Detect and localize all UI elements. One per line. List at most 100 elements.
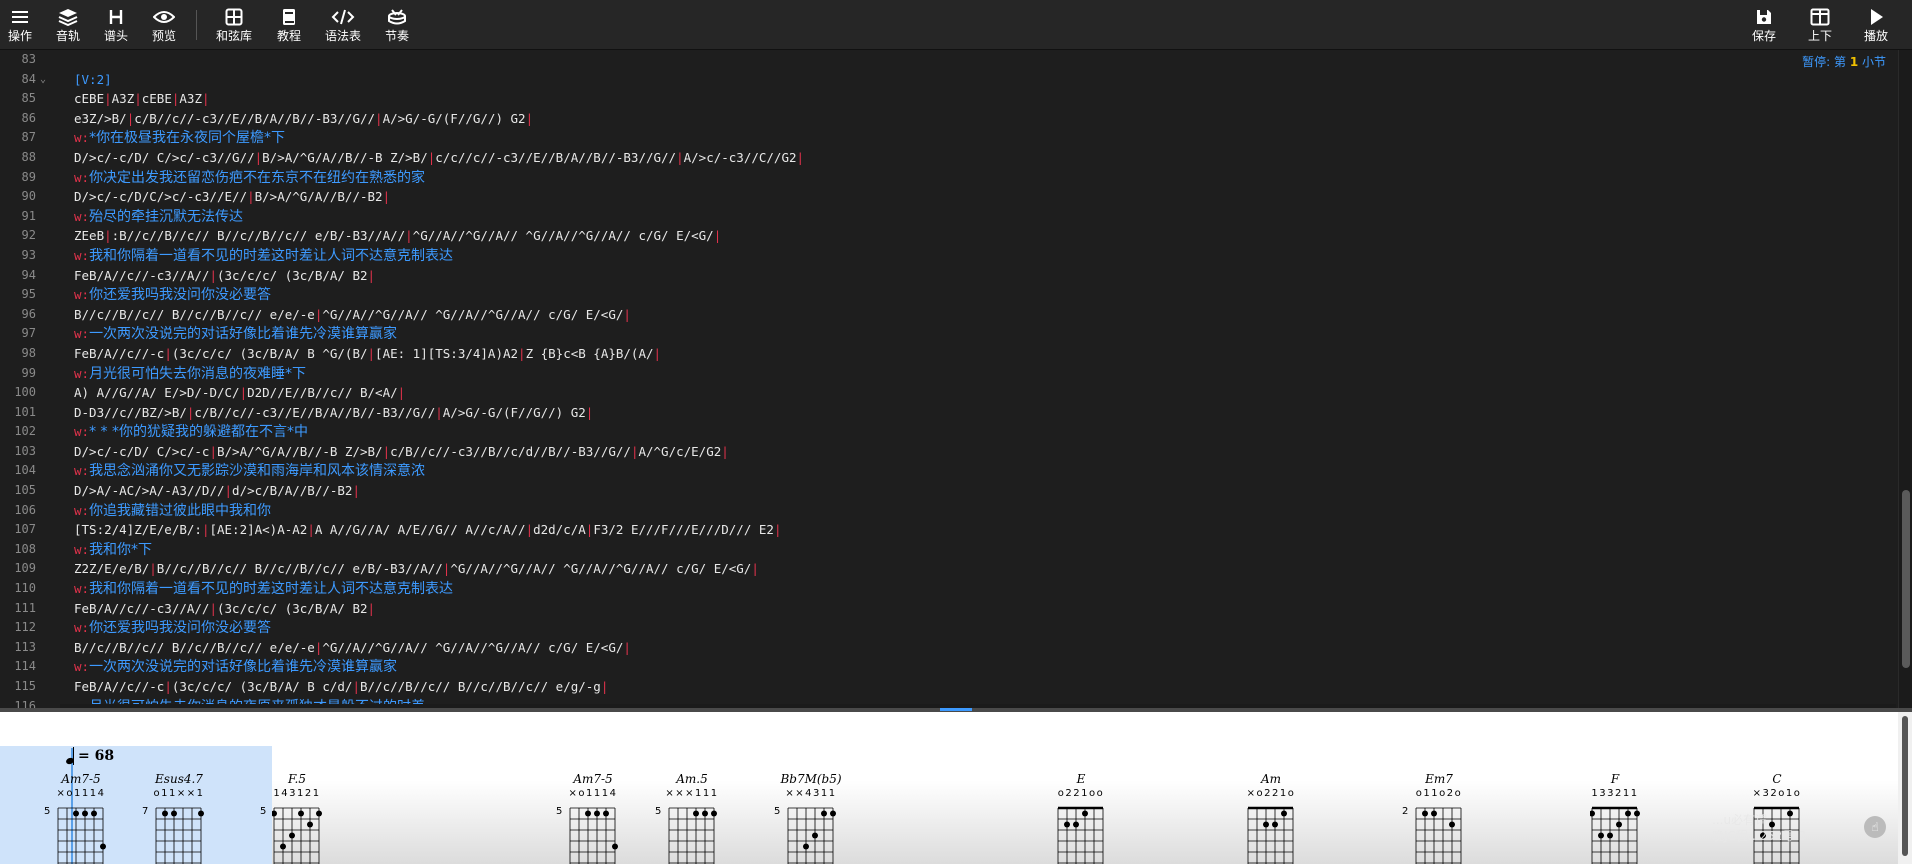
editor-line[interactable]: 85 cEBE|A3Z|cEBE|A3Z| [0,89,1895,109]
line-number: 104 [14,463,36,478]
fretboard-grid [1247,806,1294,864]
line-number: 108 [14,541,36,556]
lyric-text: *你在极昼我在永夜同个屋檐*下 [89,130,286,147]
editor-line[interactable]: 91 w:殆尽的牵挂沉默无法传达 [0,207,1895,227]
line-number: 109 [14,561,36,576]
line-number: 84 [21,71,36,86]
editor-line[interactable]: 96 B//c//B//c// B//c//B//c// e/e/-e|^G//A… [0,305,1895,325]
code-line-text: B//c//B//c// B//c//B//c// e/e/-e|^G//A//… [74,306,631,322]
line-number: 99 [21,365,36,380]
lyric-line-text: w:*你在极昼我在永夜同个屋檐*下 [74,128,285,149]
editor-line[interactable]: 111 FeB/A//c//-c3//A//|(3c/c/c/ (3c/B/A/ … [0,599,1895,619]
chord-name: F [1610,772,1620,786]
chord-fret-number: 5 [556,806,563,817]
editor-line[interactable]: 99 w:月光很可怕失去你消息的夜难睡*下 [0,364,1895,384]
line-number: 111 [14,600,36,615]
editor-line[interactable]: 97 w:一次两次没说完的对话好像比着谁先冷漠谁算赢家 [0,324,1895,344]
editor-vertical-scrollbar[interactable] [1898,50,1912,710]
lyric-line-text: w:月光很可怕失去你消息的夜难睡*下 [74,364,306,385]
splitter-handle[interactable] [940,708,972,711]
editor-line[interactable]: 100 A) A//G//A/ E/>D/-D/C/|D2D//E//B//c//… [0,383,1895,403]
tracks-button[interactable]: 音轨 [52,0,84,50]
editor-line[interactable]: 104 w:我思念汹涌你又无影踪沙漠和雨海岸和风本该情深意浓 [0,461,1895,481]
line-number: 114 [14,659,36,674]
editor-line[interactable]: 89 w:你决定出发我还留恋伤疤不在东京不在纽约在熟悉的家 [0,168,1895,188]
code-line-text: D-D3//c//BZ/>B/|c/B//c//-c3//E//B/A//B//… [74,404,594,420]
editor-line[interactable]: 94 FeB/A//c//-c3//A//|(3c/c/c/ (3c/B/A/ B… [0,266,1895,286]
line-number: 92 [21,228,36,243]
chord-name: Am [1260,772,1282,786]
lyric-prefix: w: [74,424,90,440]
save-button[interactable]: 保存 [1748,0,1780,50]
tracks-label: 音轨 [55,29,80,43]
chord-library-button[interactable]: 和弦库 [212,0,256,50]
lyric-text: 我和你*下 [89,541,153,558]
rhythm-button[interactable]: 节奏 [380,0,414,50]
chord-name: Am7-5 [573,772,613,786]
editor-line[interactable]: 84 ⌄ [V:2] [0,70,1895,90]
line-number: 93 [21,247,36,262]
editor-line[interactable]: 88 D/>c/-c/D/ C/>c/-c3//G//|B/>A/^G/A//B/… [0,148,1895,168]
tempo-value: = 68 [78,748,115,764]
lyric-prefix: w: [74,169,90,185]
code-line-text: B//c//B//c// B//c//B//c// e/e/-e|^G//A//… [74,639,631,655]
line-number: 97 [21,326,36,341]
editor-line[interactable]: 102 w:* * *你的犹疑我的躲避都在不言*中 [0,422,1895,442]
editor-line[interactable]: 103 D/>c/-c/D/ C/>c/-c|B/>A/^G/A//B//-B Z… [0,442,1895,462]
tutorial-button[interactable]: 教程 [272,0,306,50]
menu-button[interactable]: 操作 [4,0,36,50]
chord-name: Am.5 [676,772,708,786]
abc-code-editor[interactable]: 83 84 ⌄ [V:2] 85 cEBE|A3Z|cEBE|A3Z| 86 e3Z/>B/|… [0,50,1912,710]
score-preview: = 68 Am7-5 ×o1114 5 Esus4.7 o11××1 7 F.5 143121… [0,712,1912,864]
line-number: 86 [21,110,36,125]
play-button[interactable]: 播放 [1860,0,1892,50]
editor-line[interactable]: 86 e3Z/>B/|c/B//c//-c3//E//B/A//B//-B3//G… [0,109,1895,129]
editor-line[interactable]: 98 FeB/A//c//-c|(3c/c/c/ (3c/B/A/ B ^G/(B… [0,344,1895,364]
current-measure-highlight [0,746,272,864]
fretboard-grid [787,807,836,864]
editor-line[interactable]: 93 w:我和你隔着一道看不见的时差这时差让人词不达意克制表达 [0,246,1895,266]
editor-scroll-thumb[interactable] [1902,490,1910,668]
editor-line[interactable]: 114 w:一次两次没说完的对话好像比着谁先冷漠谁算赢家 [0,657,1895,677]
chord-fingering: ×o1114 [568,788,618,799]
syntax-label: 语法表 [324,29,361,43]
editor-line[interactable]: 113 B//c//B//c// B//c//B//c// e/e/-e|^G//… [0,638,1895,658]
line-number: 94 [21,267,36,282]
syntax-button[interactable]: 语法表 [322,0,364,50]
editor-line[interactable]: 106 w:你追我藏错过彼此眼中我和你 [0,501,1895,521]
score-scroll-thumb[interactable] [1902,716,1908,856]
editor-line[interactable]: 109 Z2Z/E/e/B/|B//c//B//c// B//c//B//c// … [0,559,1895,579]
editor-line[interactable]: 108 w:我和你*下 [0,540,1895,560]
line-number: 91 [21,208,36,223]
chord-name: C [1772,772,1782,786]
chord-name: F.5 [288,772,306,786]
editor-line[interactable]: 110 w:我和你隔着一道看不见的时差这时差让人词不达意克制表达 [0,579,1895,599]
editor-line[interactable]: 90 D/>c/-c/D/C/>c/-c3//E//|B/>A/^G/A//B//… [0,187,1895,207]
lyric-text: 一次两次没说完的对话好像比着谁先冷漠谁算赢家 [89,326,398,343]
code-line-text: FeB/A//c//-c|(3c/c/c/ (3c/B/A/ B ^G/(B/|… [74,345,662,361]
editor-line[interactable]: 95 w:你还爱我吗我没问你没必要答 [0,285,1895,305]
editor-line[interactable]: 107 [TS:2/4]Z/E/e/B/:|[AE:2]A<)A-A2|A A//… [0,520,1895,540]
editor-line[interactable]: 115 FeB/A//c//-c|(3c/c/c/ (3c/B/A/ B c/d/… [0,677,1895,697]
line-number: 83 [21,52,36,66]
preview-button[interactable]: 预览 [148,0,180,50]
code-icon [331,7,355,27]
editor-line[interactable]: 83 [0,50,1895,70]
fold-chevron-icon[interactable]: ⌄ [40,70,46,90]
layout-toggle-button[interactable]: 上下 [1804,0,1836,50]
chord-fret-number: 5 [655,806,662,817]
editor-line[interactable]: 92 ZEeB|:B//c//B//c// B//c//B//c// e/B/-B… [0,226,1895,246]
lyric-text: 你追我藏错过彼此眼中我和你 [89,502,272,519]
editor-line[interactable]: 112 w:你还爱我吗我没问你没必要答 [0,618,1895,638]
editor-line[interactable]: 105 D/>A/-AC/>A/-A3//D//|d/>c/B/A//B//-B2… [0,481,1895,501]
chord-library-label: 和弦库 [215,29,252,43]
line-number: 96 [21,306,36,321]
lyric-prefix: w: [74,541,90,557]
header-button[interactable]: 谱头 [100,0,132,50]
editor-line[interactable]: 101 D-D3//c//BZ/>B/|c/B//c//-c3//E//B/A//… [0,403,1895,423]
score-scrollbar[interactable] [1898,712,1912,864]
chord-fret-number: 5 [774,806,781,817]
line-number: 87 [21,130,36,145]
code-line-text: FeB/A//c//-c3//A//|(3c/c/c/ (3c/B/A/ B2| [74,600,376,616]
editor-line[interactable]: 87 w:*你在极昼我在永夜同个屋檐*下 [0,128,1895,148]
